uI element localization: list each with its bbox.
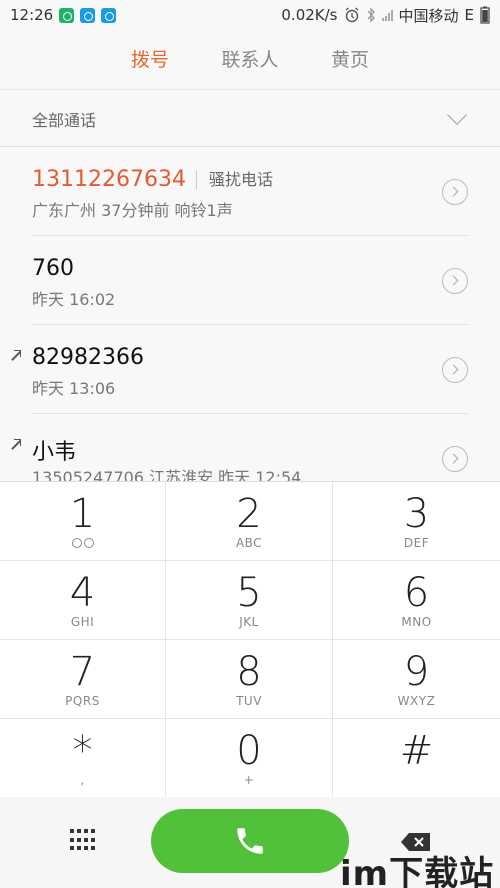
key-7[interactable]: 7 PQRS (0, 640, 166, 719)
key-3[interactable]: 3 DEF (333, 482, 500, 561)
key-digit: 7 (69, 649, 96, 695)
network-speed: 0.02K/s (281, 6, 338, 24)
key-digit: 9 (403, 649, 430, 695)
key-9[interactable]: 9 WXYZ (333, 640, 500, 719)
key-8[interactable]: 8 TUV (166, 640, 333, 719)
key-digit: # (399, 728, 434, 774)
outgoing-call-icon (10, 350, 21, 361)
key-4[interactable]: 4 GHI (0, 561, 166, 640)
voicemail-icon (71, 538, 94, 548)
key-digit: 5 (236, 570, 262, 616)
call-detail-arrow-icon[interactable] (442, 268, 468, 294)
key-letters: WXYZ (397, 694, 436, 708)
tab-bar: 拨号 联系人 黄页 (0, 30, 500, 90)
signal-icon (381, 9, 393, 21)
status-bar: 12:26 0.02K/s 中国移动 E (0, 0, 500, 30)
key-letters: TUV (236, 694, 262, 708)
call-log-item[interactable]: 小韦 13505247706 江苏淮安 昨天 12:54 (14, 414, 468, 481)
spam-tag: 骚扰电话 (195, 170, 273, 189)
key-digit: 2 (236, 491, 262, 537)
call-details: 昨天 16:02 (32, 290, 116, 309)
key-digit: 3 (403, 491, 430, 537)
watermark-logo: im下载站 (340, 854, 495, 888)
clock: 12:26 (10, 6, 54, 24)
call-log-list: 13112267634 骚扰电话 广东广州 37分钟前 响铃1声 760 昨天 … (0, 147, 500, 481)
key-5[interactable]: 5 JKL (166, 561, 333, 640)
key-letters: JKL (239, 615, 259, 629)
dial-keypad: 1 2 ABC 3 DEF 4 GHI 5 JKL 6 MNO 7 PQRS 8… (0, 481, 500, 798)
call-button[interactable] (151, 809, 349, 873)
phone-icon (237, 828, 263, 854)
call-details: 13505247706 江苏淮安 昨天 12:54 (32, 468, 302, 481)
call-details: 昨天 13:06 (32, 379, 116, 398)
call-log-item[interactable]: 760 昨天 16:02 (32, 236, 468, 325)
battery-icon (480, 6, 490, 24)
call-detail-arrow-icon[interactable] (442, 179, 468, 205)
key-letters: + (243, 773, 255, 787)
dialpad-toggle-icon[interactable] (70, 829, 96, 853)
call-filter-label: 全部通话 (32, 110, 97, 130)
alarm-icon (345, 7, 358, 23)
key-letters: , (80, 773, 85, 787)
network-type: E (464, 6, 474, 24)
key-digit: 8 (236, 649, 262, 695)
key-digit: 6 (403, 570, 430, 616)
carrier-name: 中国移动 (398, 6, 459, 25)
key-digit: 0 (236, 728, 262, 774)
call-detail-arrow-icon[interactable] (442, 357, 468, 383)
key-letters: GHI (70, 615, 95, 629)
key-0[interactable]: 0 + (166, 719, 333, 798)
app-notification-icon (101, 7, 117, 23)
call-log-item[interactable]: 13112267634 骚扰电话 广东广州 37分钟前 响铃1声 (32, 147, 468, 236)
app-notification-icon (80, 7, 96, 23)
outgoing-call-icon (10, 439, 21, 450)
tab-dialer[interactable]: 拨号 (100, 30, 200, 89)
key-2[interactable]: 2 ABC (166, 482, 333, 561)
key-letters: PQRS (65, 694, 100, 708)
call-log-item[interactable]: 82982366 昨天 13:06 (14, 325, 468, 414)
key-letters: MNO (401, 615, 432, 629)
call-details: 广东广州 37分钟前 响铃1声 (32, 201, 233, 220)
key-star[interactable]: * , (0, 719, 166, 798)
caller-number: 760 (32, 256, 74, 281)
bluetooth-icon (367, 7, 375, 23)
caller-number: 82982366 (32, 345, 144, 370)
caller-number: 13112267634 (32, 167, 186, 192)
key-1[interactable]: 1 (0, 482, 166, 561)
call-filter-dropdown[interactable]: 全部通话 (0, 91, 500, 147)
tab-contacts[interactable]: 联系人 (200, 30, 300, 89)
caller-name: 小韦 (32, 440, 77, 465)
key-letters: ABC (235, 536, 263, 550)
call-detail-arrow-icon[interactable] (442, 446, 468, 472)
key-digit: 4 (69, 570, 96, 616)
tab-yellow-pages[interactable]: 黄页 (300, 30, 400, 89)
key-digit: * (72, 728, 93, 774)
chevron-down-icon (447, 104, 467, 125)
key-hash[interactable]: # (333, 719, 500, 798)
security-notification-icon (59, 7, 75, 23)
key-letters: DEF (403, 536, 430, 550)
key-digit: 1 (69, 491, 96, 537)
key-6[interactable]: 6 MNO (333, 561, 500, 640)
